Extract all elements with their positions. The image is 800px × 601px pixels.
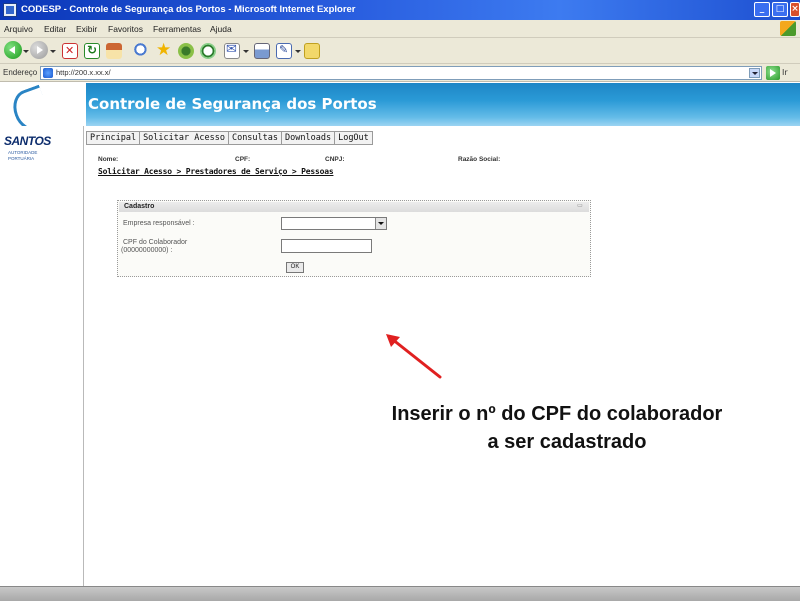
stop-icon[interactable] [62, 43, 78, 59]
tab-logout[interactable]: LogOut [335, 132, 372, 144]
menu-ferramentas[interactable]: Ferramentas [153, 24, 201, 34]
sidebar: SANTOS AUTORIDADE PORTUÁRIA [0, 126, 84, 586]
address-label: Endereço [3, 68, 38, 77]
refresh-icon[interactable] [84, 43, 100, 59]
tab-principal[interactable]: Principal [87, 132, 141, 144]
annotation-arrow-icon [386, 334, 442, 379]
maximize-button[interactable]: □ [772, 2, 788, 17]
cadastro-panel: Cadastro ▭ Empresa responsável : CPF do … [117, 200, 591, 277]
print-icon[interactable] [254, 43, 270, 59]
forward-icon[interactable] [30, 41, 48, 59]
nav-tabs: Principal Solicitar Acesso Consultas Dow… [86, 131, 373, 145]
ie-app-icon [3, 3, 17, 17]
panel-title: Cadastro [124, 203, 155, 210]
forward-dropdown-icon[interactable] [50, 50, 56, 53]
back-icon[interactable] [4, 41, 22, 59]
razao-social-label: Razão Social: [458, 156, 501, 163]
browser-window: CODESP - Controle de Segurança dos Porto… [0, 0, 800, 601]
menu-bar: Arquivo Editar Exibir Favoritos Ferramen… [0, 20, 800, 38]
tab-downloads[interactable]: Downloads [282, 132, 336, 144]
menu-favoritos[interactable]: Favoritos [108, 24, 143, 34]
address-input[interactable]: http://200.x.xx.x/ [40, 66, 762, 80]
tab-consultas[interactable]: Consultas [229, 132, 283, 144]
window-controls: _ □ × [754, 2, 800, 18]
mail-dropdown-icon[interactable] [243, 50, 249, 53]
panel-collapse-icon[interactable]: ▭ [575, 203, 585, 210]
annotation-line-2: a ser cadastrado [487, 431, 647, 453]
santos-logo: SANTOS [4, 134, 51, 148]
search-icon[interactable] [134, 43, 150, 59]
logo-subtitle: AUTORIDADE PORTUÁRIA [8, 150, 38, 161]
window-title: CODESP - Controle de Segurança dos Porto… [21, 4, 356, 15]
empresa-select[interactable] [281, 217, 387, 230]
page-icon [43, 68, 53, 78]
app-title: Controle de Segurança dos Portos [88, 95, 377, 113]
edit-icon[interactable] [276, 43, 292, 59]
minimize-button[interactable]: _ [754, 2, 770, 17]
tab-solicitar-acesso[interactable]: Solicitar Acesso [140, 132, 229, 144]
close-button[interactable]: × [790, 2, 800, 17]
cnpj-label: CNPJ: [325, 156, 345, 163]
go-icon[interactable] [766, 66, 780, 80]
home-icon[interactable] [106, 43, 122, 59]
status-bar [0, 586, 800, 601]
history-icon[interactable] [200, 43, 216, 59]
favorites-icon[interactable] [156, 40, 172, 60]
arrow-shaft [390, 337, 442, 379]
menu-arquivo[interactable]: Arquivo [4, 24, 33, 34]
cpf-label: CPF: [235, 156, 251, 163]
app-header: Controle de Segurança dos Portos [0, 83, 800, 126]
cpf-field-label: CPF do Colaborador [123, 239, 188, 246]
empresa-label: Empresa responsável : [123, 220, 195, 227]
address-url[interactable]: http://200.x.xx.x/ [56, 68, 111, 77]
chevron-down-icon[interactable] [375, 218, 386, 229]
mail-icon[interactable] [224, 42, 240, 59]
toolbar [0, 38, 800, 64]
windows-logo-icon [780, 21, 796, 36]
logo-swoosh-icon [0, 83, 86, 126]
breadcrumb[interactable]: Solicitar Acesso > Prestadores de Serviç… [98, 167, 334, 176]
nome-label: Nome: [98, 156, 119, 163]
messenger-icon[interactable] [304, 43, 320, 59]
cpf-field-format: (00000000000) : [121, 247, 173, 254]
title-bar: CODESP - Controle de Segurança dos Porto… [0, 0, 800, 20]
address-bar: Endereço http://200.x.xx.x/ Ir [0, 64, 800, 82]
menu-editar[interactable]: Editar [44, 24, 66, 34]
media-icon[interactable] [178, 43, 194, 59]
back-dropdown-icon[interactable] [23, 50, 29, 53]
edit-dropdown-icon[interactable] [295, 50, 301, 53]
annotation-line-1: Inserir o nº do CPF do colaborador [391, 403, 723, 425]
panel-header: Cadastro ▭ [119, 202, 589, 212]
address-dropdown-icon[interactable] [749, 68, 760, 78]
go-label[interactable]: Ir [782, 68, 788, 77]
cpf-input[interactable] [281, 239, 372, 253]
web-page: Controle de Segurança dos Portos SANTOS … [0, 83, 800, 586]
menu-exibir[interactable]: Exibir [76, 24, 97, 34]
annotation-text: Inserir o nº do CPF do colaborador a ser… [317, 400, 797, 456]
ok-button[interactable]: OK [286, 262, 304, 273]
menu-ajuda[interactable]: Ajuda [210, 24, 232, 34]
